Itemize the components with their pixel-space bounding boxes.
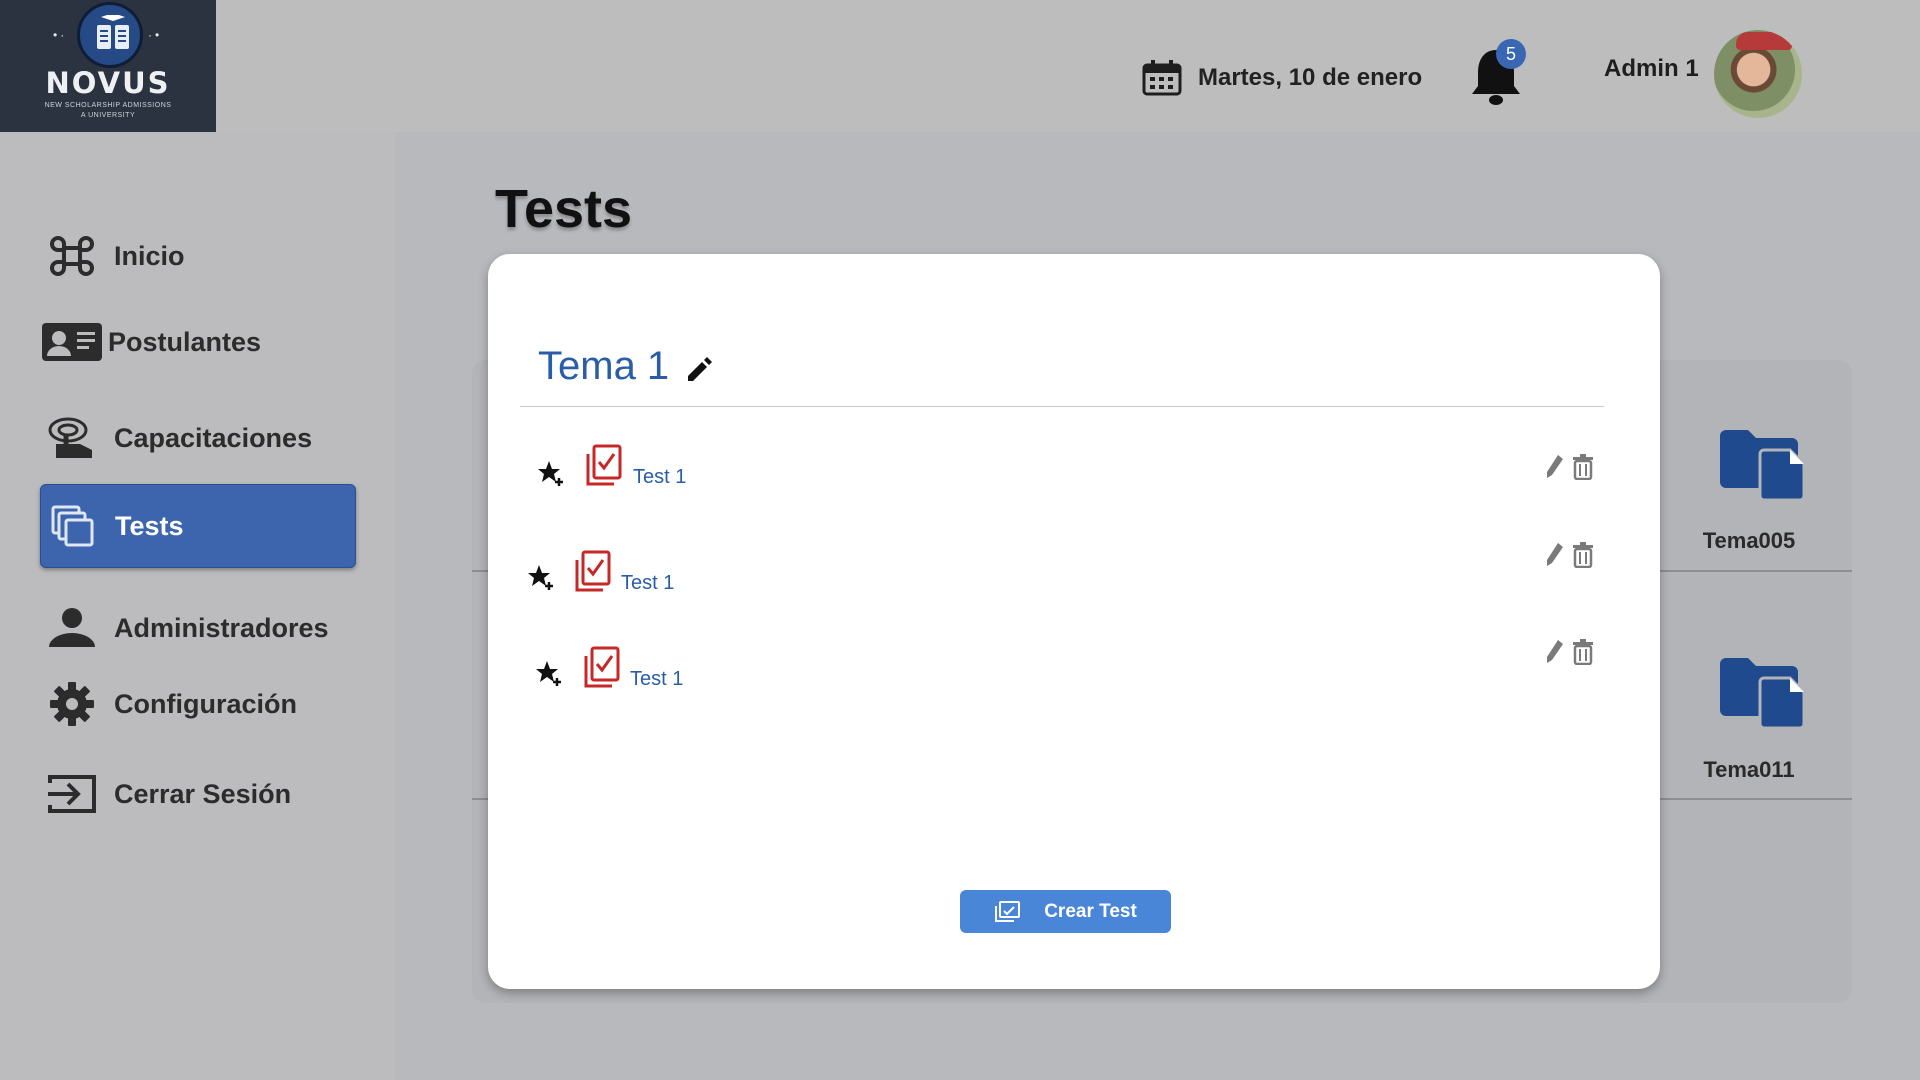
edit-icon[interactable] (1546, 454, 1564, 480)
logo-dots-left: •· (53, 28, 68, 42)
test-document-icon (586, 444, 622, 486)
person-icon (40, 604, 104, 652)
sidebar-item-label: Capacitaciones (114, 422, 313, 453)
book-emblem-icon (77, 2, 143, 68)
test-name-link[interactable]: Test 1 (621, 572, 674, 595)
sidebar-item-postulantes[interactable]: Postulantes (40, 300, 356, 384)
brand-tagline-1: NEW SCHOLARSHIP ADMISSIONS (44, 102, 172, 109)
test-document-icon (575, 550, 611, 592)
calendar-icon (1142, 60, 1182, 96)
sidebar-item-inicio[interactable]: Inicio (40, 214, 356, 298)
sidebar-item-configuracion[interactable]: Configuración (40, 662, 356, 746)
sidebar-item-label: Inicio (114, 240, 185, 271)
logout-icon (40, 770, 104, 818)
sidebar-item-label: Cerrar Sesión (114, 778, 292, 809)
brand-name: NOVUS (45, 66, 171, 100)
star-add-icon[interactable] (538, 460, 566, 488)
brand-tagline-2: A UNIVERSITY (80, 112, 136, 119)
topic-modal: Tema 1 Test 1 Test 1 Test 1 Crear Test (488, 254, 1660, 989)
avatar[interactable] (1714, 30, 1802, 118)
sidebar-item-label: Configuración (114, 688, 297, 719)
folder-label[interactable]: Tema005 (1669, 528, 1829, 554)
edit-icon[interactable] (1546, 542, 1564, 568)
folder-icon[interactable] (1718, 656, 1806, 730)
test-name-link[interactable]: Test 1 (633, 466, 686, 489)
trash-icon[interactable] (1572, 542, 1594, 568)
sidebar-item-label: Postulantes (108, 326, 262, 357)
create-test-icon (995, 900, 1021, 922)
id-card-icon (40, 318, 104, 366)
create-test-button[interactable]: Crear Test (960, 890, 1171, 933)
test-row[interactable]: Test 1 (488, 542, 1660, 600)
novus-logo[interactable]: •· ·• NOVUS NEW SCHOLARSHIP ADMISSIONS A… (0, 0, 216, 133)
star-add-icon[interactable] (536, 660, 564, 688)
command-icon (40, 232, 104, 280)
training-icon (40, 414, 104, 462)
test-document-icon (584, 646, 620, 688)
tests-icon (41, 502, 105, 550)
test-row[interactable]: Test 1 (488, 639, 1660, 698)
edit-pencil-icon[interactable] (684, 354, 714, 384)
trash-icon[interactable] (1572, 454, 1594, 480)
notification-badge: 5 (1496, 39, 1526, 69)
modal-divider (520, 406, 1604, 407)
create-test-label: Crear Test (1044, 900, 1137, 922)
sidebar-item-tests[interactable]: Tests (40, 484, 356, 568)
user-name[interactable]: Admin 1 (1604, 55, 1699, 83)
page-title: Tests (495, 179, 633, 239)
sidebar-item-cerrar-sesion[interactable]: Cerrar Sesión (40, 752, 356, 836)
modal-title: Tema 1 (538, 344, 670, 388)
star-add-icon[interactable] (528, 564, 556, 592)
test-name-link[interactable]: Test 1 (630, 668, 683, 691)
sidebar-item-administradores[interactable]: Administradores (40, 586, 356, 670)
top-bar: •· ·• NOVUS NEW SCHOLARSHIP ADMISSIONS A… (0, 0, 1920, 133)
sidebar-item-capacitaciones[interactable]: Capacitaciones (40, 396, 356, 480)
logo-dots-right: ·• (148, 28, 163, 42)
trash-icon[interactable] (1572, 639, 1594, 665)
edit-icon[interactable] (1546, 639, 1564, 665)
sidebar-item-label: Administradores (114, 612, 329, 643)
sidebar-item-label: Tests (115, 510, 184, 541)
folder-icon[interactable] (1718, 428, 1806, 502)
sidebar: Inicio Postulantes Capacitaciones Tests … (0, 132, 395, 1080)
date-text: Martes, 10 de enero (1198, 64, 1423, 91)
current-date: Martes, 10 de enero (1142, 58, 1422, 98)
test-row[interactable]: Test 1 (488, 444, 1660, 494)
folder-label[interactable]: Tema011 (1669, 757, 1829, 783)
gear-icon (40, 680, 104, 728)
